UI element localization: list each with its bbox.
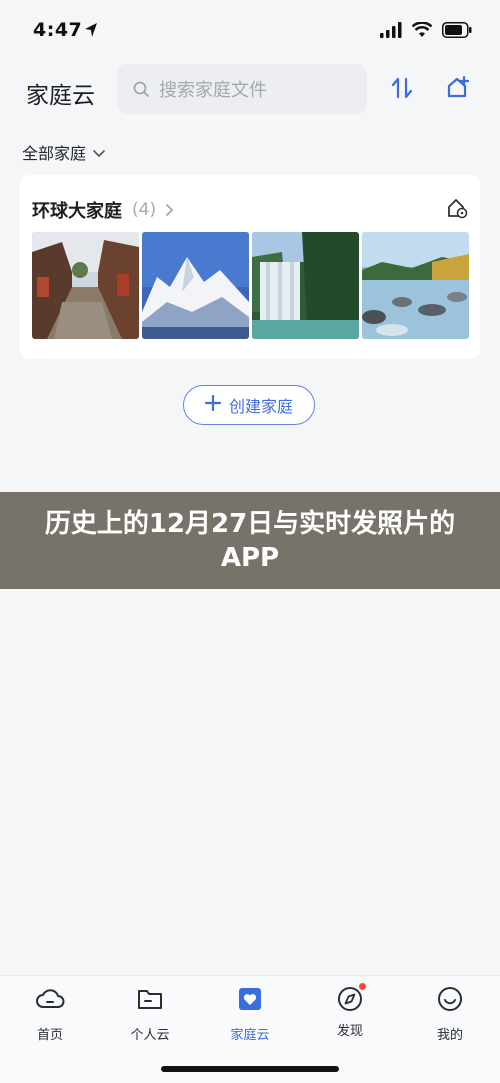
banner-text: 历史上的12月27日与实时发照片的APP — [44, 508, 456, 573]
chevron-down-icon — [92, 143, 106, 162]
tab-discover[interactable]: 发现 — [300, 983, 400, 1039]
header: 家庭云 搜索家庭文件 — [0, 60, 500, 120]
add-family-button[interactable] — [444, 75, 472, 105]
tab-label: 家庭云 — [230, 1028, 270, 1043]
tab-label: 首页 — [36, 1028, 63, 1043]
home-indicator — [161, 1066, 339, 1072]
family-name: 环球大家庭 — [32, 201, 122, 222]
cloud-icon — [35, 986, 65, 1016]
wifi-icon — [411, 21, 433, 42]
search-icon — [133, 81, 149, 97]
search-placeholder: 搜索家庭文件 — [159, 80, 267, 101]
create-family-button[interactable]: 创建家庭 — [183, 385, 315, 425]
smile-icon — [436, 986, 464, 1016]
photo-thumbnail-street[interactable] — [32, 232, 139, 339]
tab-label: 个人云 — [130, 1028, 170, 1043]
signal-icon — [380, 22, 402, 42]
home-add-icon — [445, 75, 471, 105]
tab-personal-cloud[interactable]: 个人云 — [100, 986, 200, 1043]
tab-label: 我的 — [436, 1028, 463, 1043]
battery-icon — [442, 22, 472, 42]
overlay-banner: 历史上的12月27日与实时发照片的APP — [0, 492, 500, 589]
photo-thumbnail-snow-mountain[interactable] — [142, 232, 249, 339]
family-settings-button[interactable] — [446, 197, 468, 223]
family-selector-label: 全部家庭 — [22, 144, 87, 163]
compass-icon — [336, 983, 366, 1012]
tab-family-cloud[interactable]: 家庭云 — [200, 986, 300, 1043]
photo-thumbnail-lake[interactable] — [362, 232, 469, 339]
create-family-panel: 创建家庭 — [20, 372, 480, 442]
tab-label: 发现 — [336, 1024, 363, 1039]
tab-mine[interactable]: 我的 — [400, 986, 500, 1043]
photo-thumbnail-waterfall[interactable] — [252, 232, 359, 339]
sort-transfer-icon — [390, 76, 414, 104]
page-title: 家庭云 — [26, 83, 95, 109]
status-time: 4:47 — [33, 19, 83, 41]
home-settings-icon — [446, 197, 468, 223]
family-card-header[interactable]: 环球大家庭 (4) — [32, 197, 174, 223]
family-cloud-icon — [236, 986, 264, 1016]
family-selector[interactable]: 全部家庭 — [22, 140, 106, 164]
status-bar: 4:47 — [0, 0, 500, 60]
location-arrow-icon — [84, 22, 98, 42]
plus-icon — [204, 394, 222, 415]
tab-home[interactable]: 首页 — [0, 986, 100, 1043]
folder-icon — [136, 986, 164, 1016]
photo-thumbnails — [32, 232, 469, 339]
create-family-label: 创建家庭 — [228, 397, 293, 416]
family-photo-count: (4) — [132, 200, 157, 220]
notification-badge — [359, 983, 366, 990]
status-indicators — [380, 21, 472, 42]
chevron-right-icon — [164, 203, 174, 217]
transfer-button[interactable] — [388, 76, 416, 104]
family-card[interactable]: 环球大家庭 (4) — [20, 175, 480, 359]
search-input[interactable]: 搜索家庭文件 — [117, 64, 367, 114]
